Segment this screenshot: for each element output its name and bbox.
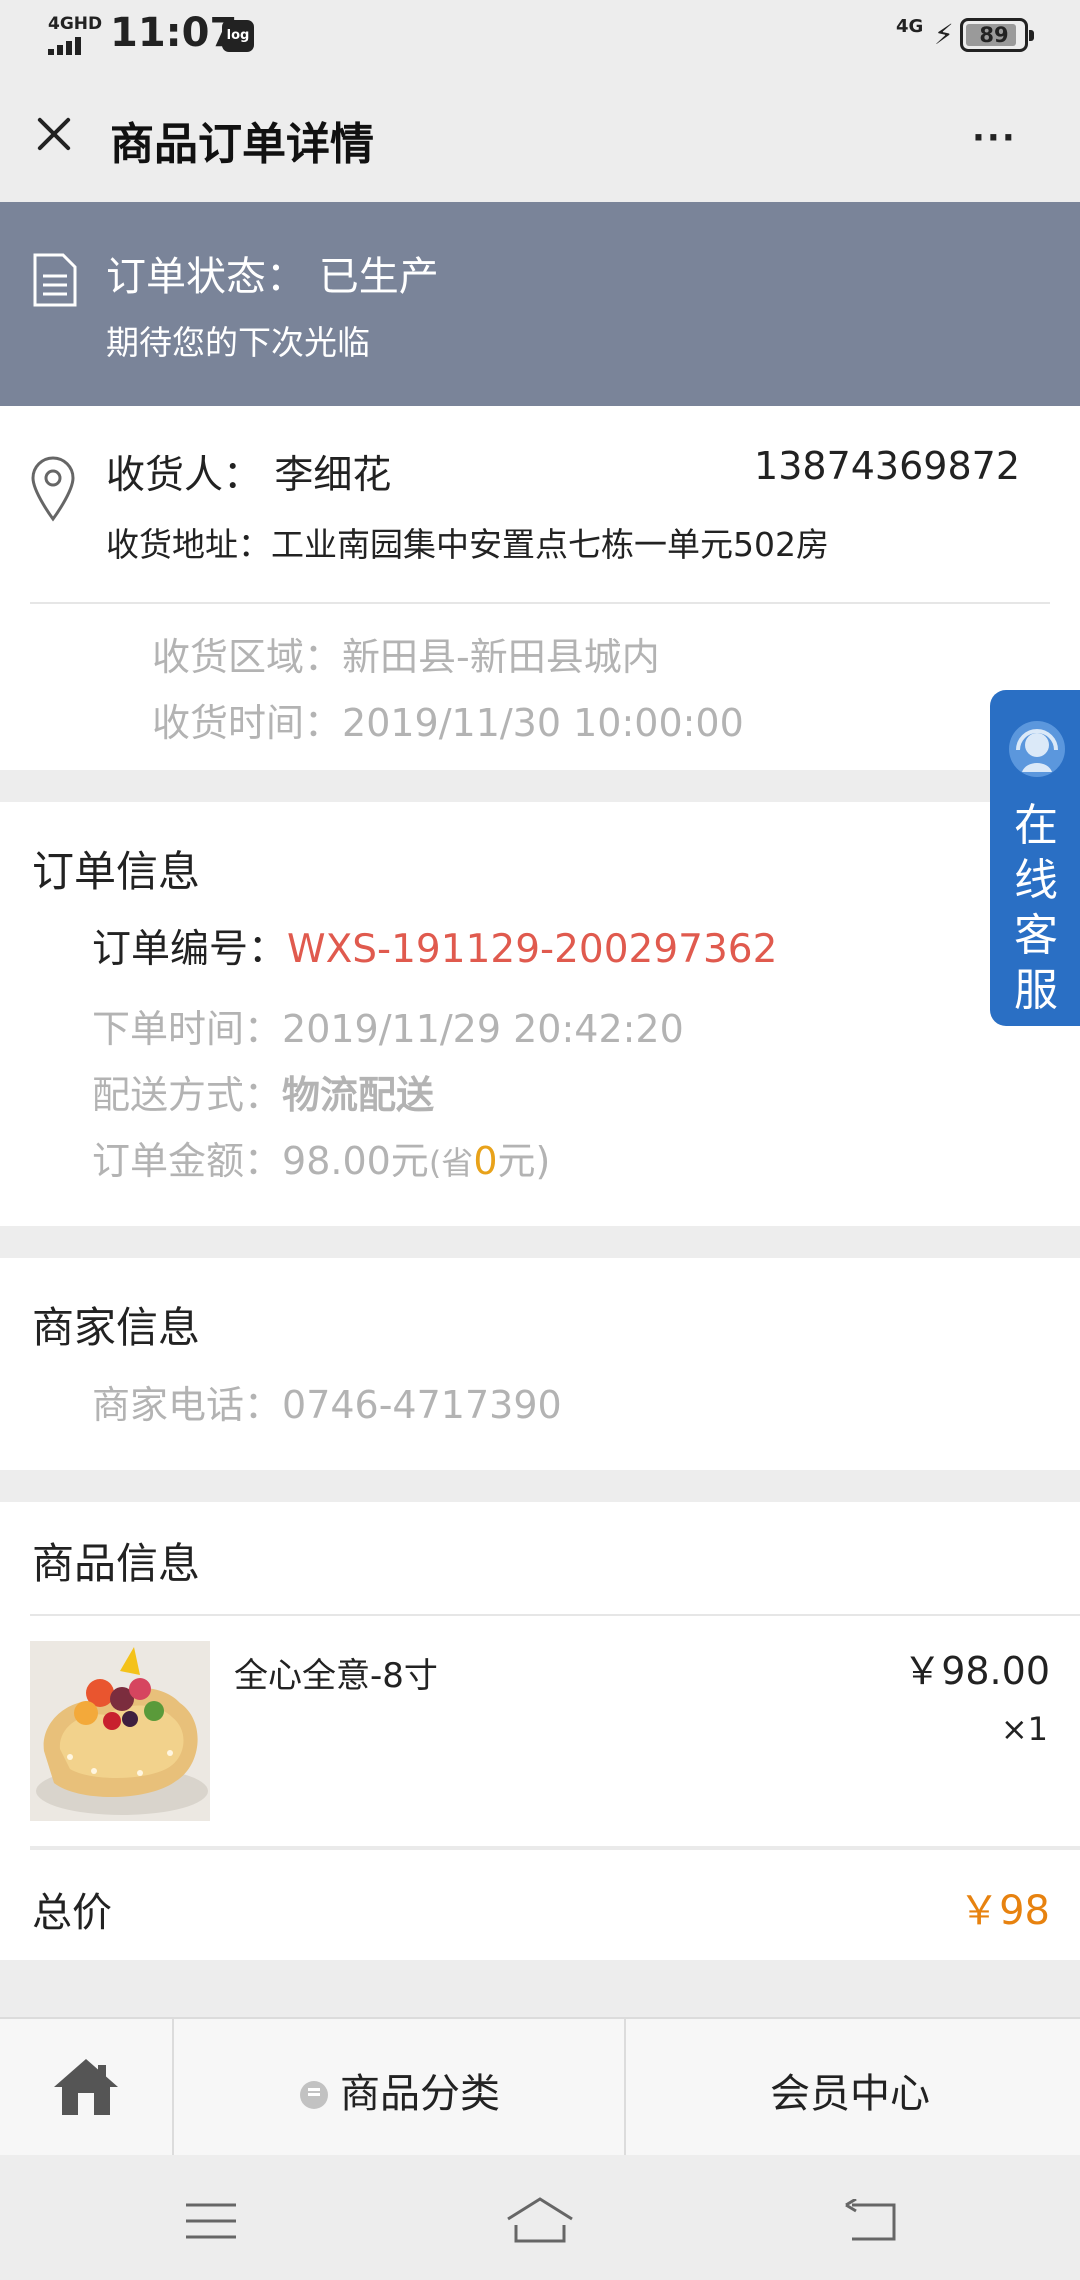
bottom-tab-bar: 商品分类 会员中心	[0, 2017, 1080, 2155]
divider	[30, 1614, 1080, 1616]
order-status-subtitle: 期待您的下次光临	[106, 323, 370, 362]
receiver-phone[interactable]: 13874369872	[754, 444, 1020, 488]
product-price: ￥98.00	[903, 1649, 1050, 1693]
order-number: 订单编号：WXS-191129-200297362	[92, 918, 777, 974]
delivery-method: 配送方式：物流配送	[92, 1064, 434, 1119]
home-icon[interactable]	[504, 2195, 576, 2245]
cake-image	[30, 1641, 210, 1821]
tab-categories-label: 商品分类	[340, 2071, 500, 2117]
order-number-label: 订单编号：	[92, 927, 288, 972]
total-label: 总价	[32, 1890, 112, 1936]
saved-amount: 0	[473, 1139, 498, 1183]
order-placed-time: 下单时间：2019/11/29 20:42:20	[92, 998, 684, 1053]
network-type: 4GHD	[48, 14, 103, 34]
order-info-card: 订单信息 订单编号：WXS-191129-200297362 下单时间：2019…	[0, 802, 1080, 1226]
merchant-phone-value: 0746-4717390	[282, 1383, 562, 1427]
receiver-name: 收货人： 李细花	[106, 444, 391, 500]
battery-level: 89	[979, 23, 1009, 47]
receiver-address-label: 收货地址：	[106, 525, 271, 564]
receiver-area-value: 新田县-新田县城内	[342, 635, 660, 679]
charging-icon: ⚡	[934, 18, 954, 51]
top-nav-bar: 商品订单详情 ···	[0, 70, 1080, 202]
divider	[30, 1846, 1080, 1850]
location-pin-icon	[31, 456, 75, 522]
divider	[30, 602, 1050, 604]
home-icon	[54, 2059, 118, 2115]
order-status: 订单状态： 已生产	[106, 244, 439, 302]
signal-icon: 4GHD	[48, 14, 102, 55]
tab-home[interactable]	[0, 2019, 174, 2155]
total-price: ￥98	[959, 1888, 1050, 1934]
receiver-address: 收货地址：工业南园集中安置点七栋一单元502房	[106, 518, 829, 566]
log-app-icon: log	[222, 20, 254, 52]
tab-member-center[interactable]: 会员中心	[628, 2019, 1080, 2155]
status-bar: 4GHD 11:07 log 4G ⚡ 89	[0, 0, 1080, 70]
order-placed-value: 2019/11/29 20:42:20	[282, 1007, 684, 1051]
merchant-phone[interactable]: 商家电话：0746-4717390	[92, 1374, 562, 1429]
back-icon[interactable]	[842, 2199, 898, 2243]
product-image[interactable]	[30, 1641, 210, 1821]
order-amount: 订单金额：98.00元(省0元)	[92, 1130, 550, 1185]
delivery-method-label: 配送方式：	[92, 1073, 283, 1117]
saved-suffix: 元)	[497, 1139, 551, 1183]
order-number-value: WXS-191129-200297362	[287, 927, 778, 972]
delivery-method-value: 物流配送	[282, 1073, 435, 1117]
merchant-card: 商家信息 商家电话：0746-4717390	[0, 1258, 1080, 1470]
receiver-time-value: 2019/11/30 10:00:00	[342, 701, 744, 745]
products-title: 商品信息	[32, 1539, 201, 1588]
receiver-name-label: 收货人：	[106, 453, 263, 498]
system-nav-bar	[0, 2155, 1080, 2280]
online-service-button[interactable]: 在线客服	[990, 690, 1080, 1026]
order-status-value: 已生产	[318, 254, 439, 300]
online-service-label: 在线客服	[1014, 800, 1058, 1016]
receiver-time-label: 收货时间：	[152, 701, 343, 745]
receiver-name-value: 李细花	[274, 453, 392, 498]
receiver-area-label: 收货区域：	[152, 635, 343, 679]
customer-service-icon	[1009, 721, 1065, 777]
page-title: 商品订单详情	[110, 119, 374, 170]
merchant-phone-label: 商家电话：	[92, 1383, 283, 1427]
menu-icon[interactable]	[184, 2201, 238, 2241]
product-name[interactable]: 全心全意-8寸	[234, 1648, 438, 1697]
document-icon	[33, 253, 77, 307]
network-type-right: 4G	[896, 16, 924, 37]
menu-icon	[300, 2081, 328, 2109]
order-status-banner: 订单状态： 已生产 期待您的下次光临	[0, 202, 1080, 406]
tab-member-label: 会员中心	[770, 2071, 930, 2117]
product-quantity: ×1	[1000, 1710, 1048, 1748]
order-info-title: 订单信息	[32, 847, 201, 896]
order-placed-label: 下单时间：	[92, 1007, 283, 1051]
receiver-address-value: 工业南园集中安置点七栋一单元502房	[271, 525, 829, 564]
tab-categories[interactable]: 商品分类	[176, 2019, 626, 2155]
order-amount-label: 订单金额：	[92, 1139, 283, 1183]
receiver-card: 收货人： 李细花 13874369872 收货地址：工业南园集中安置点七栋一单元…	[0, 406, 1080, 770]
order-amount-value: 98.00元	[282, 1139, 429, 1183]
merchant-title: 商家信息	[32, 1303, 201, 1352]
receiver-area: 收货区域：新田县-新田县城内	[152, 626, 660, 681]
more-options-button[interactable]: ···	[972, 118, 1032, 158]
receiver-time: 收货时间：2019/11/30 10:00:00	[152, 692, 744, 747]
saved-prefix: (省	[428, 1144, 474, 1182]
clock: 11:07	[110, 10, 238, 56]
close-icon[interactable]	[26, 106, 82, 162]
battery-icon: 89	[960, 18, 1034, 52]
order-status-label: 订单状态：	[106, 254, 306, 300]
